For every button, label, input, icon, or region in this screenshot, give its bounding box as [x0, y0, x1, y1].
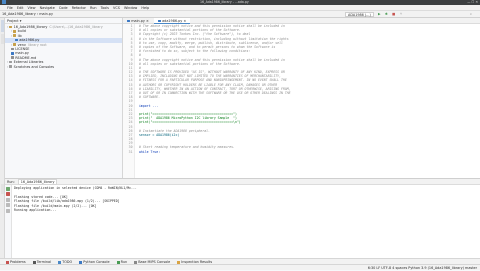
code-line[interactable]: while True:: [139, 150, 479, 154]
folder-icon: [13, 30, 17, 33]
console-line: Running application...: [14, 207, 57, 212]
tree-node-label: 16_Ada1986_library: [13, 25, 48, 29]
tree-node-label: LICENSE: [15, 46, 30, 51]
file-icon: [11, 56, 14, 60]
stop-icon[interactable]: [6, 192, 10, 196]
debug-icon[interactable]: ✱: [385, 11, 388, 18]
project-tool-window-button[interactable]: [1, 20, 4, 32]
project-panel-title: Project: [7, 19, 19, 23]
file-icon: [11, 52, 14, 55]
tree-node-label: External Libraries: [13, 60, 44, 65]
run-icon[interactable]: ▶: [378, 11, 381, 18]
stop-icon[interactable]: ■: [392, 11, 395, 18]
tree-node[interactable]: › Scratches and Consoles: [5, 65, 122, 69]
project-panel: Project ▾ › 16_Ada1986_library C:\Users\.…: [5, 18, 123, 178]
structure-tool-window-button[interactable]: [1, 34, 4, 44]
folder-icon: [9, 65, 13, 68]
tree-node-path: C:\Users\...\16_Ada1986_library: [49, 25, 103, 29]
tree-node-label: venv: [17, 42, 26, 47]
tree-node-label: Scratches and Consoles: [13, 64, 55, 69]
tree-node-label: main.py: [15, 51, 29, 56]
rerun-icon[interactable]: [6, 186, 10, 191]
tree-node-label: lib: [17, 33, 22, 38]
file-icon: [15, 38, 18, 42]
run-tab[interactable]: 16_Ada1986_library: [17, 179, 58, 185]
favorites-tool-window-button[interactable]: [1, 184, 4, 194]
console-line: Flashing file /build/lib/ada1986.mpy (1/…: [14, 199, 120, 204]
folder-icon: [9, 25, 13, 29]
scroll-to-end-icon[interactable]: [6, 197, 10, 202]
breadcrumb-project[interactable]: 16_Ada1986_library: [2, 12, 36, 16]
file-icon: [11, 47, 14, 51]
vcs-icon[interactable]: ⑂: [400, 11, 402, 18]
run-panel: Run: 16_Ada1986_library Deploying applic…: [5, 178, 480, 259]
app-logo-icon: [2, 0, 6, 4]
code-lines[interactable]: # The above copyright notice and this pe…: [139, 24, 479, 154]
status-bar: 6:30 LF UTF-8 4 spaces Python 3.9 (16_Ad…: [0, 264, 480, 270]
run-panel-title: Run: [7, 180, 14, 184]
trash-icon[interactable]: [6, 208, 10, 213]
folder-icon: [9, 60, 13, 64]
tree-node-path: library root: [27, 42, 47, 47]
code-editor[interactable]: 1 2 3 4 5 6 7 8 9 10 11 12 13 14 15 16 17 18 19 20 21 22 23 24 2…: [123, 24, 480, 178]
chevron-down-icon[interactable]: ▾: [20, 19, 22, 23]
folder-icon: [13, 43, 17, 46]
navigation-bar: 16_Ada1986_library › main.py ADA1986 (..…: [0, 11, 480, 18]
run-console-output[interactable]: Deploying application in selected device…: [14, 186, 137, 212]
run-config-select[interactable]: ADA1986 (...): [345, 12, 374, 17]
line-number: 31: [128, 149, 133, 154]
tree-node-label: build: [17, 29, 26, 34]
status-right[interactable]: 6:30 LF UTF-8 4 spaces Python 3.9 (16_Ad…: [368, 265, 477, 271]
folder-icon: [13, 34, 17, 38]
tree-node-label: ada1986.py: [19, 38, 40, 43]
console-line: Deploying application in selected device…: [14, 186, 137, 190]
tree-node-label: README.md: [15, 55, 37, 60]
line-number-gutter: 1 2 3 4 5 6 7 8 9 10 11 12 13 14 15 16 17 18 19 20 21 22 23 24 2…: [123, 24, 135, 178]
project-tree: › 16_Ada1986_library C:\Users\...\16_Ada1…: [5, 24, 122, 69]
breadcrumb-file[interactable]: main.py: [39, 12, 53, 16]
tab-label: ada1986.py: [162, 19, 183, 23]
python-file-icon: [127, 19, 130, 23]
editor-panel: main.py × ada1986.py × 1 2 3 4 5 6 7 8 9 10 11 12 13…: [123, 18, 480, 178]
run-panel-header: Run: 16_Ada1986_library: [5, 179, 480, 185]
search-icon[interactable]: ⌕: [470, 11, 472, 18]
print-icon[interactable]: [6, 203, 10, 207]
python-file-icon: [157, 19, 161, 23]
run-toolbar: [5, 185, 12, 259]
tab-label: main.py: [131, 19, 145, 23]
